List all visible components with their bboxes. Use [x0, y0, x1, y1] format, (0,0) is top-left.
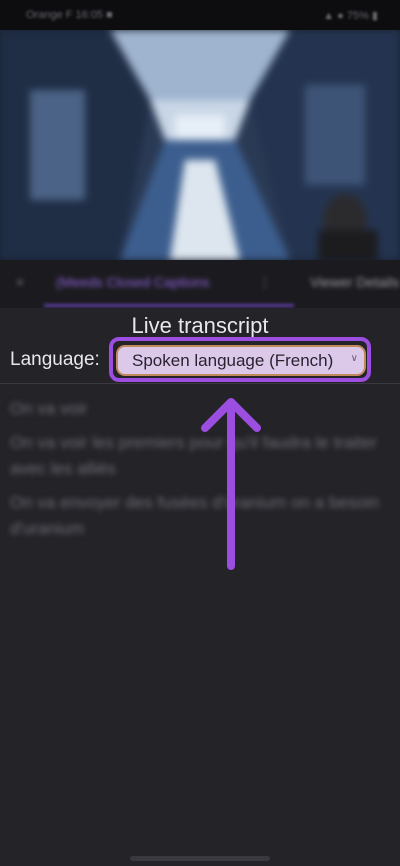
chevron-down-icon: ∨ [350, 353, 358, 364]
panel-title: Live transcript [131, 313, 269, 338]
status-right-icons: ▲ ● 75% ▮ [323, 10, 378, 22]
video-frame-image [0, 30, 400, 260]
tab-strip: × (Meeds Closed Captions ⋮ Viewer Detail… [0, 260, 400, 308]
language-label: Language: [10, 349, 100, 370]
more-options-icon[interactable]: ⋮ [258, 274, 272, 291]
annotation-arrow-icon [201, 398, 261, 570]
language-select-value: Spoken language (French) [132, 350, 334, 370]
status-bar: Orange F 16:05 ■ ▲ ● 75% ▮ [0, 0, 400, 30]
status-left-text: Orange F 16:05 ■ [26, 9, 113, 21]
gesture-bar[interactable] [130, 856, 270, 861]
tab-closed-captions[interactable]: (Meeds Closed Captions [56, 274, 209, 290]
close-tab-icon[interactable]: × [16, 274, 24, 290]
language-select[interactable]: Spoken language (French) ∨ [116, 345, 366, 376]
panel-divider [0, 383, 400, 384]
video-player[interactable] [0, 30, 400, 260]
tab-viewer-details[interactable]: Viewer Details [310, 274, 399, 290]
active-tab-indicator [44, 304, 294, 307]
